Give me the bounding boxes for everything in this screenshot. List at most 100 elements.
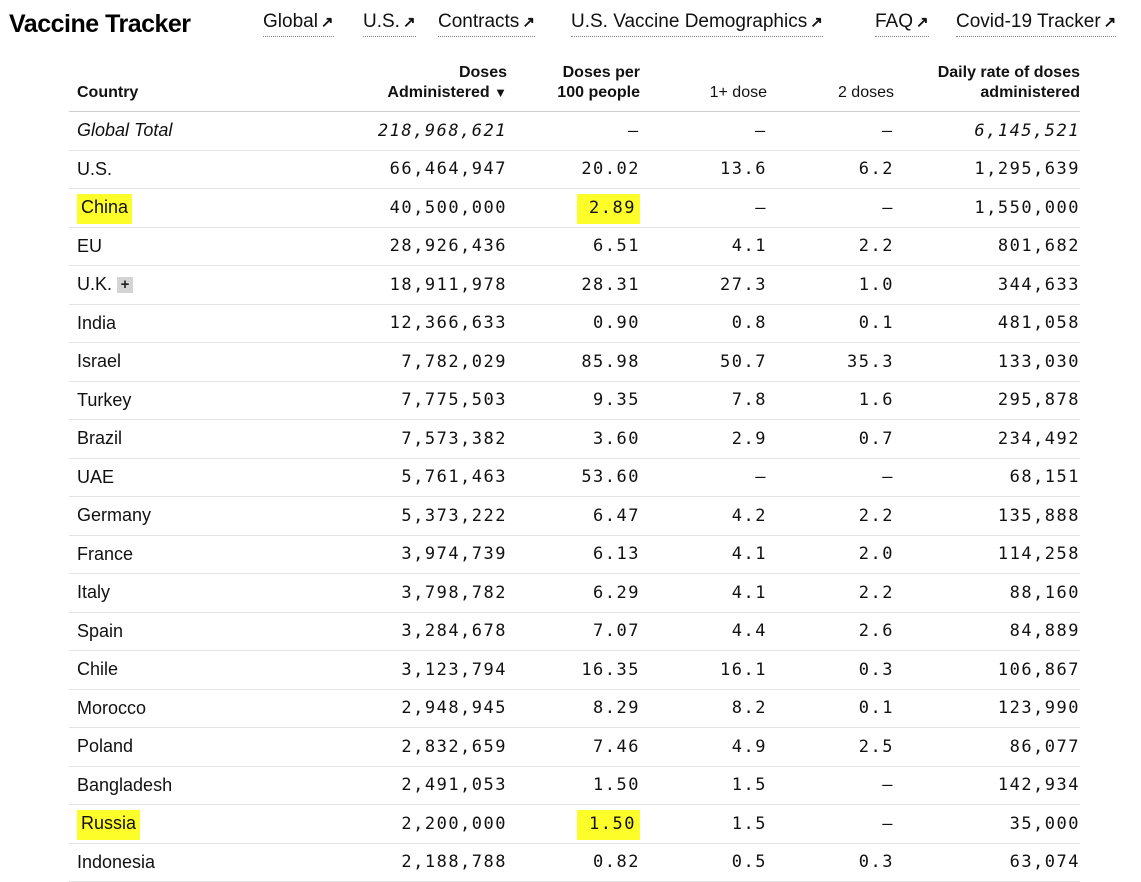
cell-value: 0.5 (731, 852, 767, 873)
table-row: France 3,974,739 6.13 4.1 2.0 114,258 (69, 535, 1080, 574)
cell-country: China (69, 188, 259, 228)
cell-value: 2,948,945 (401, 698, 507, 719)
cell-two-doses: – (767, 188, 894, 228)
cell-value: – (755, 467, 767, 488)
vaccine-table: Country Doses Administered ▼ Doses per 100… (69, 47, 1080, 882)
cell-two-doses: 2.6 (767, 612, 894, 651)
cell-doses-administered: 5,373,222 (259, 496, 507, 536)
page-title: Vaccine Tracker (9, 10, 191, 38)
cell-value: 1,550,000 (974, 197, 1080, 218)
cell-country: Poland (69, 727, 259, 767)
cell-two-doses: 2.0 (767, 535, 894, 574)
column-header-two-doses[interactable]: 2 doses (767, 47, 894, 112)
cell-value: 2,188,788 (401, 852, 507, 873)
country-name: Israel (77, 351, 122, 372)
cell-one-dose: 7.8 (640, 381, 767, 420)
cell-two-doses: 2.2 (767, 227, 894, 266)
cell-doses-per-100: 0.90 (507, 304, 640, 343)
cell-value: 5,761,463 (401, 467, 507, 488)
cell-value: 8.29 (593, 698, 640, 719)
cell-value: 84,889 (1009, 621, 1080, 642)
cell-value: 295,878 (997, 390, 1080, 411)
table-row: U.S. 66,464,947 20.02 13.6 6.2 1,295,639 (69, 150, 1080, 189)
cell-daily-rate: 63,074 (894, 843, 1080, 882)
cell-value: 7.8 (731, 390, 767, 411)
cell-value: 6.29 (593, 582, 640, 603)
cell-value: 0.82 (593, 852, 640, 873)
cell-value: 12,366,633 (389, 313, 507, 334)
cell-doses-per-100: 1.50 (507, 766, 640, 805)
nav-link-covid-19-tracker[interactable]: Covid-19 Tracker ↗ (956, 11, 1117, 37)
column-header-country[interactable]: Country (69, 47, 259, 112)
cell-two-doses: 0.1 (767, 689, 894, 728)
cell-value: 68,151 (1009, 467, 1080, 488)
cell-country: UAE (69, 458, 259, 497)
cell-doses-per-100: 6.51 (507, 227, 640, 266)
header-line: Doses per (562, 64, 640, 81)
nav-link-us-vaccine-demographics[interactable]: U.S. Vaccine Demographics ↗ (571, 11, 823, 37)
cell-country: Morocco (69, 689, 259, 728)
cell-one-dose: 4.1 (640, 535, 767, 574)
nav-link-global[interactable]: Global ↗ (263, 11, 334, 37)
cell-value: 63,074 (1009, 852, 1080, 873)
nav-link-us[interactable]: U.S. ↗ (363, 11, 416, 37)
cell-value: 53.60 (581, 467, 640, 488)
nav-link-contracts[interactable]: Contracts ↗ (438, 11, 535, 37)
cell-one-dose: – (640, 458, 767, 497)
cell-daily-rate: 1,295,639 (894, 150, 1080, 189)
table-row: Brazil 7,573,382 3.60 2.9 0.7 234,492 (69, 419, 1080, 459)
column-header-one-dose[interactable]: 1+ dose (640, 47, 767, 112)
cell-one-dose: 0.5 (640, 843, 767, 882)
column-header-daily-rate[interactable]: Daily rate of doses administered (894, 47, 1080, 112)
nav-link-label: U.S. (363, 11, 400, 32)
arrow-up-right-icon: ↗ (402, 14, 416, 31)
table-header-row: Country Doses Administered ▼ Doses per 100… (69, 47, 1080, 112)
cell-value: 142,934 (997, 775, 1080, 796)
table-row: Israel 7,782,029 85.98 50.7 35.3 133,030 (69, 342, 1080, 382)
cell-value: 4.4 (731, 621, 767, 642)
cell-value: 5,373,222 (401, 505, 507, 526)
cell-country: U.S. (69, 150, 259, 189)
cell-doses-administered: 7,775,503 (259, 381, 507, 420)
cell-value: 88,160 (1009, 582, 1080, 603)
cell-doses-per-100: 20.02 (507, 150, 640, 189)
cell-value: 801,682 (997, 236, 1080, 257)
cell-doses-per-100: 3.60 (507, 419, 640, 459)
cell-two-doses: 6.2 (767, 150, 894, 189)
cell-value: 4.2 (731, 505, 767, 526)
cell-doses-administered: 2,832,659 (259, 727, 507, 767)
cell-one-dose: 2.9 (640, 419, 767, 459)
cell-doses-per-100: 6.47 (507, 496, 640, 536)
cell-value: 35,000 (1009, 813, 1080, 834)
column-header-doses-per-100[interactable]: Doses per 100 people (507, 47, 640, 112)
cell-value: 35.3 (847, 351, 894, 372)
cell-one-dose: 0.8 (640, 304, 767, 343)
cell-value: 7,573,382 (401, 428, 507, 449)
table-row: Morocco 2,948,945 8.29 8.2 0.1 123,990 (69, 689, 1080, 728)
cell-value: 2.0 (858, 544, 894, 565)
header-line: Daily rate of doses (937, 64, 1080, 81)
cell-country: Bangladesh (69, 766, 259, 805)
cell-value: 7.07 (593, 621, 640, 642)
cell-two-doses: 1.0 (767, 265, 894, 305)
cell-value: 40,500,000 (389, 197, 507, 218)
cell-value: – (882, 197, 894, 218)
country-name: Brazil (77, 428, 123, 449)
cell-doses-administered: 2,948,945 (259, 689, 507, 728)
cell-country: Germany (69, 496, 259, 536)
expand-plus-icon[interactable]: + (117, 277, 134, 294)
column-header-doses-administered[interactable]: Doses Administered ▼ (259, 47, 507, 112)
nav-link-faq[interactable]: FAQ ↗ (875, 11, 929, 37)
cell-value: 3,123,794 (401, 659, 507, 680)
cell-value: 1.50 (593, 775, 640, 796)
arrow-up-right-icon: ↗ (522, 14, 535, 31)
country-name: U.K. (77, 274, 113, 295)
cell-country: Spain (69, 612, 259, 651)
cell-value: 3,974,739 (401, 544, 507, 565)
cell-country: Chile (69, 650, 259, 690)
cell-value: 1.6 (858, 390, 894, 411)
cell-doses-per-100: 0.82 (507, 843, 640, 882)
cell-value: 2.89 (577, 193, 640, 224)
cell-value: – (882, 813, 894, 834)
cell-two-doses: – (767, 766, 894, 805)
